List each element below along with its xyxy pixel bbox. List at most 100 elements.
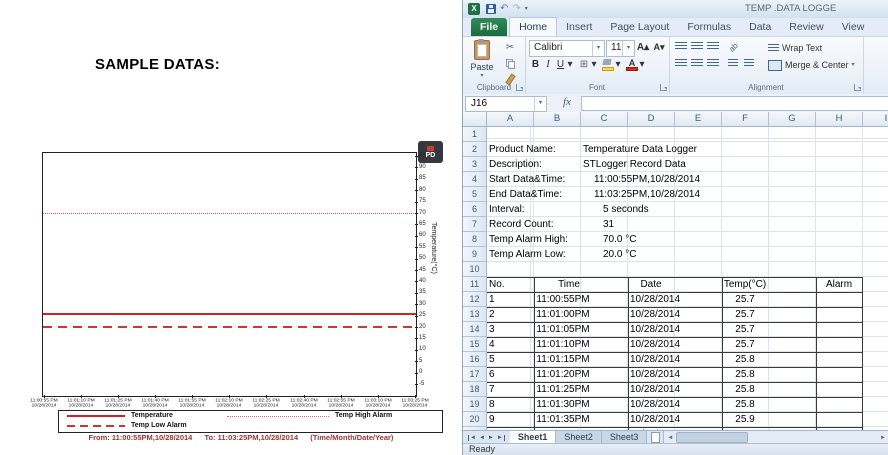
- clipboard-dialog-launcher-icon[interactable]: [516, 84, 523, 91]
- row-header-10[interactable]: 10: [463, 262, 487, 277]
- borders-button[interactable]: ⊞: [577, 57, 591, 72]
- ribbon-tab-page-layout[interactable]: Page Layout: [601, 18, 678, 36]
- record-no[interactable]: 6: [489, 369, 495, 380]
- align-bottom-button[interactable]: [705, 41, 720, 56]
- merge-center-button[interactable]: Merge & Center ▾: [765, 57, 858, 73]
- ribbon-tab-view[interactable]: View: [833, 18, 874, 36]
- record-no[interactable]: 7: [489, 384, 495, 395]
- borders-dropdown-icon[interactable]: ▾: [590, 57, 598, 72]
- record-no[interactable]: 1: [489, 294, 495, 305]
- italic-button[interactable]: I: [542, 57, 554, 72]
- row-header-18[interactable]: 18: [463, 382, 487, 397]
- record-time[interactable]: 11:01:35PM: [536, 414, 589, 425]
- first-sheet-icon[interactable]: ◄: [468, 435, 476, 441]
- table-header-alarm[interactable]: Alarm: [826, 279, 852, 290]
- orientation-button[interactable]: ab: [725, 40, 741, 55]
- column-header-b[interactable]: B: [534, 112, 581, 127]
- next-sheet-icon[interactable]: ►: [488, 435, 494, 441]
- column-header-c[interactable]: C: [581, 112, 628, 127]
- name-box-dropdown-icon[interactable]: ▾: [534, 97, 546, 111]
- record-date[interactable]: 10/28/2014: [630, 399, 680, 410]
- row-header-7[interactable]: 7: [463, 217, 487, 232]
- prev-sheet-icon[interactable]: ◄: [479, 435, 485, 441]
- cell-A8-label[interactable]: Temp Alarm High:: [489, 234, 568, 245]
- cell-C2-value[interactable]: Temperature Data Logger: [583, 144, 697, 155]
- paste-button[interactable]: Paste ▾: [467, 39, 497, 87]
- table-header-no[interactable]: No.: [489, 279, 505, 290]
- font-color-button[interactable]: A: [626, 58, 638, 71]
- scrollbar-thumb[interactable]: [676, 432, 748, 443]
- ribbon-tab-insert[interactable]: Insert: [557, 18, 601, 36]
- cell-A2-label[interactable]: Product Name:: [489, 144, 556, 155]
- row-header-9[interactable]: 9: [463, 247, 487, 262]
- fx-icon[interactable]: fx: [563, 96, 571, 108]
- row-header-17[interactable]: 17: [463, 367, 487, 382]
- align-left-button[interactable]: [673, 58, 688, 73]
- cell-A7-label[interactable]: Record Count:: [489, 219, 553, 230]
- shrink-font-button[interactable]: A▾: [651, 40, 667, 55]
- undo-icon[interactable]: ↶: [500, 4, 508, 14]
- underline-dropdown-icon[interactable]: ▾: [566, 57, 574, 72]
- cell-C4-value[interactable]: 11:00:55PM,10/28/2014: [594, 174, 700, 185]
- ribbon-tab-review[interactable]: Review: [780, 18, 832, 36]
- column-header-d[interactable]: D: [628, 112, 675, 127]
- select-all-corner[interactable]: [463, 112, 487, 127]
- row-header-6[interactable]: 6: [463, 202, 487, 217]
- row-header-8[interactable]: 8: [463, 232, 487, 247]
- row-header-1[interactable]: 1: [463, 127, 487, 142]
- record-temp[interactable]: 25.8: [735, 354, 754, 365]
- grow-font-button[interactable]: A▴: [635, 40, 651, 55]
- cell-A9-label[interactable]: Temp Alarm Low:: [489, 249, 566, 260]
- row-header-3[interactable]: 3: [463, 157, 487, 172]
- qat-dropdown-icon[interactable]: ▾: [525, 5, 528, 13]
- paste-dropdown-icon[interactable]: ▾: [467, 72, 497, 80]
- formula-input[interactable]: [581, 96, 888, 111]
- redo-icon[interactable]: ↷: [512, 4, 520, 14]
- record-time[interactable]: 11:01:00PM: [536, 309, 589, 320]
- ribbon-tab-home[interactable]: Home: [509, 17, 557, 36]
- table-header-date[interactable]: Date: [640, 279, 661, 290]
- row-header-5[interactable]: 5: [463, 187, 487, 202]
- ribbon-tab-formulas[interactable]: Formulas: [678, 18, 740, 36]
- record-no[interactable]: 8: [489, 399, 495, 410]
- fill-color-dropdown-icon[interactable]: ▾: [614, 57, 622, 72]
- record-no[interactable]: 5: [489, 354, 495, 365]
- cell-A5-label[interactable]: End Data&Time:: [489, 189, 562, 200]
- scroll-left-icon[interactable]: ◄: [664, 435, 676, 441]
- align-right-button[interactable]: [705, 58, 720, 73]
- cell-C5-value[interactable]: 11:03:25PM,10/28/2014: [594, 189, 700, 200]
- scroll-right-icon[interactable]: ►: [877, 435, 888, 441]
- align-center-button[interactable]: [689, 58, 704, 73]
- row-header-13[interactable]: 13: [463, 307, 487, 322]
- column-header-g[interactable]: G: [769, 112, 816, 127]
- record-temp[interactable]: 25.7: [735, 339, 754, 350]
- cell-A3-label[interactable]: Description:: [489, 159, 542, 170]
- copy-button[interactable]: [501, 57, 519, 70]
- row-header-16[interactable]: 16: [463, 352, 487, 367]
- record-date[interactable]: 10/28/2014: [630, 414, 680, 425]
- increase-indent-button[interactable]: [741, 58, 756, 73]
- record-time[interactable]: 11:01:30PM: [536, 399, 589, 410]
- spreadsheet-grid[interactable]: Product Name: Temperature Data Logger Desc…: [463, 127, 888, 430]
- record-no[interactable]: 2: [489, 309, 495, 320]
- align-top-button[interactable]: [673, 41, 688, 56]
- record-temp[interactable]: 25.7: [735, 294, 754, 305]
- record-date[interactable]: 10/28/2014: [630, 294, 680, 305]
- cell-C9-value[interactable]: 20.0 °C: [603, 249, 636, 260]
- record-date[interactable]: 10/28/2014: [630, 354, 680, 365]
- row-header-19[interactable]: 19: [463, 397, 487, 412]
- record-time[interactable]: 11:01:15PM: [536, 354, 589, 365]
- record-temp[interactable]: 25.8: [735, 369, 754, 380]
- record-date[interactable]: 10/28/2014: [630, 339, 680, 350]
- row-header-4[interactable]: 4: [463, 172, 487, 187]
- record-date[interactable]: 10/28/2014: [630, 369, 680, 380]
- record-no[interactable]: 9: [489, 414, 495, 425]
- alignment-dialog-launcher-icon[interactable]: [854, 84, 861, 91]
- record-temp[interactable]: 25.8: [735, 399, 754, 410]
- column-header-h[interactable]: H: [816, 112, 863, 127]
- record-time[interactable]: 11:01:20PM: [536, 369, 589, 380]
- row-header-11[interactable]: 11: [463, 277, 487, 292]
- font-dialog-launcher-icon[interactable]: [660, 84, 667, 91]
- record-temp[interactable]: 25.7: [735, 324, 754, 335]
- font-name-dropdown-icon[interactable]: ▾: [592, 41, 604, 56]
